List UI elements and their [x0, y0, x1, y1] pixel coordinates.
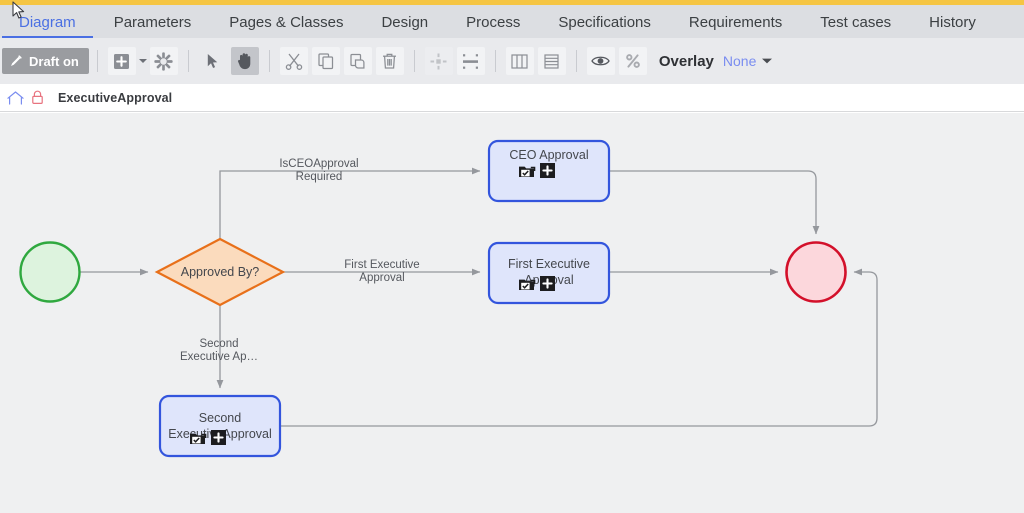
diagram-editor-window: Diagram Parameters Pages & Classes Desig…: [0, 0, 1024, 513]
columns-icon: [511, 53, 528, 69]
add-element-button[interactable]: [107, 47, 136, 75]
toolbar-separator: [187, 50, 189, 72]
edge-ceo-end[interactable]: [609, 170, 820, 235]
edge-label-first-line1: First Executive: [344, 259, 419, 271]
edge-decision-ceo[interactable]: [219, 167, 481, 239]
distribute-icon: [463, 53, 479, 69]
delete-button[interactable]: [375, 47, 404, 75]
settings-button[interactable]: [149, 47, 178, 75]
columns-view-button[interactable]: [505, 47, 534, 75]
tab-diagram-label: Diagram: [19, 14, 76, 31]
rows-view-button[interactable]: [537, 47, 566, 75]
node-task-second-executive-approval[interactable]: Second ExecutiveApproval: [158, 394, 282, 458]
tab-process-label: Process: [466, 14, 521, 31]
node-decision-approved-by[interactable]: Approved By?: [154, 237, 286, 307]
paste-button[interactable]: [343, 47, 372, 75]
diagram-toolbar: Draft on Overlay None: [0, 38, 1024, 84]
diagram-svg: IsCEOApproval Required First Executive A…: [19, 139, 878, 458]
scissors-icon: [285, 53, 303, 70]
toolbar-separator: [268, 50, 270, 72]
edge-label-ceo-line2: Required: [296, 171, 343, 183]
copy-icon: [318, 53, 333, 70]
rows-icon: [544, 53, 559, 69]
pointer-icon: [207, 53, 218, 68]
pencil-icon: [11, 55, 22, 66]
cut-button[interactable]: [279, 47, 308, 75]
tab-test-cases[interactable]: Test cases: [801, 15, 910, 38]
node-task-first-executive-approval[interactable]: First Executive Approval: [487, 241, 611, 305]
node-end-event[interactable]: [785, 241, 847, 303]
hand-icon: [238, 53, 251, 70]
node-second-executive-approval-label-line1: Second: [199, 411, 241, 425]
add-element-group[interactable]: [106, 47, 148, 75]
tab-design-label: Design: [381, 14, 429, 31]
edge-label-second-line2: Executive Ap…: [180, 351, 258, 363]
tab-specifications[interactable]: Specifications: [539, 15, 670, 38]
add-icon: [114, 53, 130, 69]
trash-icon: [383, 53, 397, 69]
pan-tool-button[interactable]: [230, 47, 259, 75]
edge-label-ceo-line1: IsCEOApproval: [279, 158, 358, 170]
tab-history[interactable]: History: [910, 15, 995, 38]
lock-icon[interactable]: [26, 90, 48, 105]
toolbar-separator: [575, 50, 577, 72]
tab-requirements-label: Requirements: [688, 14, 783, 31]
tab-design[interactable]: Design: [362, 15, 447, 38]
percent-button[interactable]: [618, 47, 647, 75]
align-button[interactable]: [424, 47, 453, 75]
edge-layer: [80, 167, 878, 427]
tab-specifications-label: Specifications: [558, 14, 651, 31]
tab-parameters-label: Parameters: [113, 14, 192, 31]
align-icon: [430, 53, 447, 69]
preview-button[interactable]: [586, 47, 615, 75]
node-decision-label: Approved By?: [181, 265, 260, 279]
node-ceo-badge-plus-icon[interactable]: [540, 163, 555, 178]
breadcrumb-title: ExecutiveApproval: [58, 90, 173, 105]
tab-history-label: History: [929, 14, 976, 31]
node-ceo-approval-label: CEO Approval: [509, 148, 588, 162]
toolbar-separator: [494, 50, 496, 72]
tab-pages-classes-label: Pages & Classes: [229, 14, 344, 31]
paste-icon: [350, 53, 365, 69]
overlay-value[interactable]: None: [723, 53, 756, 69]
distribute-button[interactable]: [456, 47, 485, 75]
diagram-canvas[interactable]: IsCEOApproval Required First Executive A…: [0, 113, 1024, 513]
percent-icon: [625, 54, 640, 68]
node-first-executive-approval-label-line1: First Executive: [508, 257, 590, 271]
node-start-event[interactable]: [19, 241, 81, 303]
toolbar-separator: [413, 50, 415, 72]
edge-label-first-line2: Approval: [359, 272, 404, 284]
tab-test-cases-label: Test cases: [820, 14, 892, 31]
gear-icon: [154, 51, 173, 71]
eye-icon: [591, 56, 611, 66]
add-element-caret-icon[interactable]: [138, 47, 148, 75]
main-tab-bar: Diagram Parameters Pages & Classes Desig…: [0, 5, 1024, 38]
tab-diagram[interactable]: Diagram: [0, 15, 95, 38]
tab-parameters[interactable]: Parameters: [95, 15, 211, 38]
select-tool-button[interactable]: [199, 47, 227, 75]
tab-pages-classes[interactable]: Pages & Classes: [210, 15, 362, 38]
draft-on-button[interactable]: Draft on: [2, 48, 89, 74]
draft-on-label: Draft on: [29, 53, 79, 69]
edge-label-second-line1: Second: [199, 338, 238, 350]
tab-requirements[interactable]: Requirements: [670, 15, 801, 38]
node-second-badge-plus-icon[interactable]: [211, 430, 226, 445]
toolbar-separator: [96, 50, 98, 72]
overlay-caret-icon[interactable]: [762, 57, 773, 66]
copy-button[interactable]: [311, 47, 340, 75]
node-task-ceo-approval[interactable]: CEO Approval: [487, 139, 611, 203]
node-first-badge-plus-icon[interactable]: [540, 276, 555, 291]
overlay-label: Overlay: [658, 52, 714, 70]
breadcrumb: ExecutiveApproval: [0, 84, 1024, 112]
tab-process[interactable]: Process: [447, 15, 539, 38]
home-icon[interactable]: [4, 90, 26, 105]
